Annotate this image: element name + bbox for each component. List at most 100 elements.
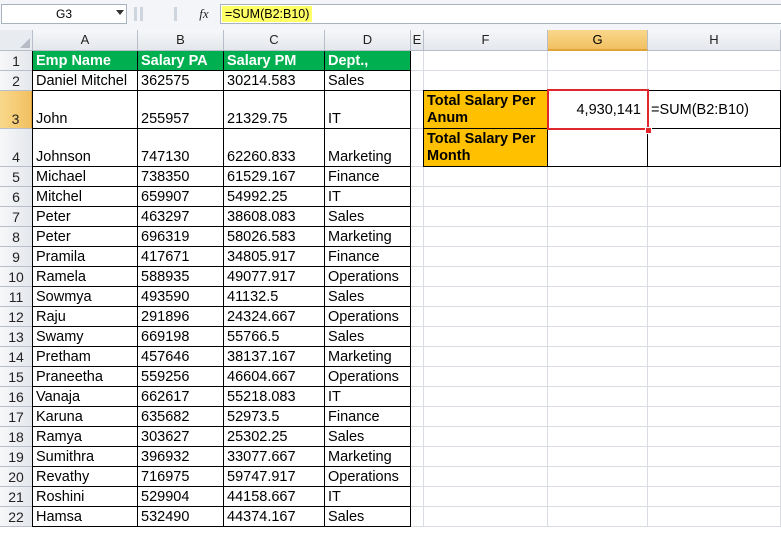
table-cell[interactable]: Johnson <box>33 129 138 167</box>
row-header-15[interactable]: 15 <box>0 367 33 387</box>
formula-bar-grip-icon[interactable] <box>134 4 186 24</box>
table-cell[interactable]: Raju <box>33 307 138 327</box>
table-cell[interactable]: Marketing <box>325 347 411 367</box>
table-cell[interactable]: 662617 <box>138 387 224 407</box>
table-cell[interactable]: 30214.583 <box>224 71 325 91</box>
table-cell[interactable]: Michael <box>33 167 138 187</box>
table-cell[interactable]: 255957 <box>138 91 224 129</box>
table-cell[interactable]: 588935 <box>138 267 224 287</box>
table-cell[interactable]: Sumithra <box>33 447 138 467</box>
table-cell[interactable]: 44374.167 <box>224 507 325 527</box>
table-cell[interactable]: Sales <box>325 287 411 307</box>
table-cell[interactable]: Operations <box>325 467 411 487</box>
fill-handle[interactable] <box>645 127 652 134</box>
table-cell[interactable]: IT <box>325 487 411 507</box>
table-cell[interactable]: 21329.75 <box>224 91 325 129</box>
column-header-b[interactable]: B <box>138 30 224 51</box>
table-cell[interactable]: Finance <box>325 167 411 187</box>
table-cell[interactable]: 33077.667 <box>224 447 325 467</box>
row-header-20[interactable]: 20 <box>0 467 33 487</box>
column-header-h[interactable]: H <box>648 30 781 51</box>
row-header-6[interactable]: 6 <box>0 187 33 207</box>
table-header-cell[interactable]: Emp Name <box>33 51 138 71</box>
column-header-d[interactable]: D <box>325 30 411 51</box>
row-header-21[interactable]: 21 <box>0 487 33 507</box>
table-cell[interactable]: Finance <box>325 247 411 267</box>
row-header-9[interactable]: 9 <box>0 247 33 267</box>
table-cell[interactable]: 34805.917 <box>224 247 325 267</box>
table-cell[interactable]: 38608.083 <box>224 207 325 227</box>
table-cell[interactable]: 738350 <box>138 167 224 187</box>
table-cell[interactable]: Sales <box>325 427 411 447</box>
table-cell[interactable]: 44158.667 <box>224 487 325 507</box>
table-cell[interactable]: Sales <box>325 507 411 527</box>
column-header-g[interactable]: G <box>548 30 648 51</box>
column-header-a[interactable]: A <box>33 30 138 51</box>
table-cell[interactable]: 635682 <box>138 407 224 427</box>
table-cell[interactable]: Marketing <box>325 227 411 247</box>
table-cell[interactable]: 59747.917 <box>224 467 325 487</box>
table-cell[interactable]: Marketing <box>325 129 411 167</box>
table-cell[interactable]: 25302.25 <box>224 427 325 447</box>
table-cell[interactable]: 55218.083 <box>224 387 325 407</box>
row-header-19[interactable]: 19 <box>0 447 33 467</box>
table-cell[interactable]: 62260.833 <box>224 129 325 167</box>
table-cell[interactable]: 58026.583 <box>224 227 325 247</box>
table-cell[interactable]: Peter <box>33 227 138 247</box>
table-cell[interactable]: 532490 <box>138 507 224 527</box>
table-cell[interactable]: John <box>33 91 138 129</box>
column-header-c[interactable]: C <box>224 30 325 51</box>
active-cell-selection[interactable] <box>547 89 649 130</box>
row-header-7[interactable]: 7 <box>0 207 33 227</box>
table-cell[interactable]: 463297 <box>138 207 224 227</box>
table-cell[interactable]: 291896 <box>138 307 224 327</box>
table-cell[interactable]: IT <box>325 187 411 207</box>
row-header-2[interactable]: 2 <box>0 71 33 91</box>
table-cell[interactable]: 493590 <box>138 287 224 307</box>
row-header-4[interactable]: 4 <box>0 129 33 167</box>
row-header-8[interactable]: 8 <box>0 227 33 247</box>
table-cell[interactable]: 303627 <box>138 427 224 447</box>
table-cell[interactable]: Hamsa <box>33 507 138 527</box>
row-header-3[interactable]: 3 <box>0 91 33 129</box>
table-cell[interactable]: 747130 <box>138 129 224 167</box>
table-cell[interactable]: Sales <box>325 327 411 347</box>
table-cell[interactable]: 716975 <box>138 467 224 487</box>
table-cell[interactable]: Vanaja <box>33 387 138 407</box>
insert-function-icon[interactable]: fx <box>190 4 218 24</box>
table-cell[interactable]: 38137.167 <box>224 347 325 367</box>
table-cell[interactable]: Roshini <box>33 487 138 507</box>
table-cell[interactable]: Sales <box>325 207 411 227</box>
table-cell[interactable]: Pramila <box>33 247 138 267</box>
table-cell[interactable]: 41132.5 <box>224 287 325 307</box>
table-cell[interactable]: 54992.25 <box>224 187 325 207</box>
table-cell[interactable]: 61529.167 <box>224 167 325 187</box>
row-header-18[interactable]: 18 <box>0 427 33 447</box>
table-cell[interactable]: Operations <box>325 267 411 287</box>
table-cell[interactable]: 529904 <box>138 487 224 507</box>
total-salary-per-month-value[interactable] <box>548 129 648 167</box>
row-header-5[interactable]: 5 <box>0 167 33 187</box>
table-cell[interactable]: Karuna <box>33 407 138 427</box>
table-cell[interactable]: IT <box>325 91 411 129</box>
total-salary-per-month-formula[interactable] <box>648 129 781 167</box>
table-cell[interactable]: Operations <box>325 367 411 387</box>
total-salary-per-anum-formula[interactable]: =SUM(B2:B10) <box>648 91 781 129</box>
table-cell[interactable]: Peter <box>33 207 138 227</box>
name-box[interactable]: G3 <box>1 4 127 24</box>
table-cell[interactable]: Revathy <box>33 467 138 487</box>
column-header-f[interactable]: F <box>424 30 548 51</box>
table-cell[interactable]: 559256 <box>138 367 224 387</box>
table-cell[interactable]: Ramela <box>33 267 138 287</box>
table-cell[interactable]: 52973.5 <box>224 407 325 427</box>
table-cell[interactable]: Finance <box>325 407 411 427</box>
table-cell[interactable]: 362575 <box>138 71 224 91</box>
table-cell[interactable]: 457646 <box>138 347 224 367</box>
table-header-cell[interactable]: Salary PA <box>138 51 224 71</box>
select-all-button[interactable] <box>0 30 33 51</box>
table-cell[interactable]: Daniel Mitchel <box>33 71 138 91</box>
table-cell[interactable]: Operations <box>325 307 411 327</box>
table-cell[interactable]: 696319 <box>138 227 224 247</box>
table-cell[interactable]: Sowmya <box>33 287 138 307</box>
table-cell[interactable]: Sales <box>325 71 411 91</box>
